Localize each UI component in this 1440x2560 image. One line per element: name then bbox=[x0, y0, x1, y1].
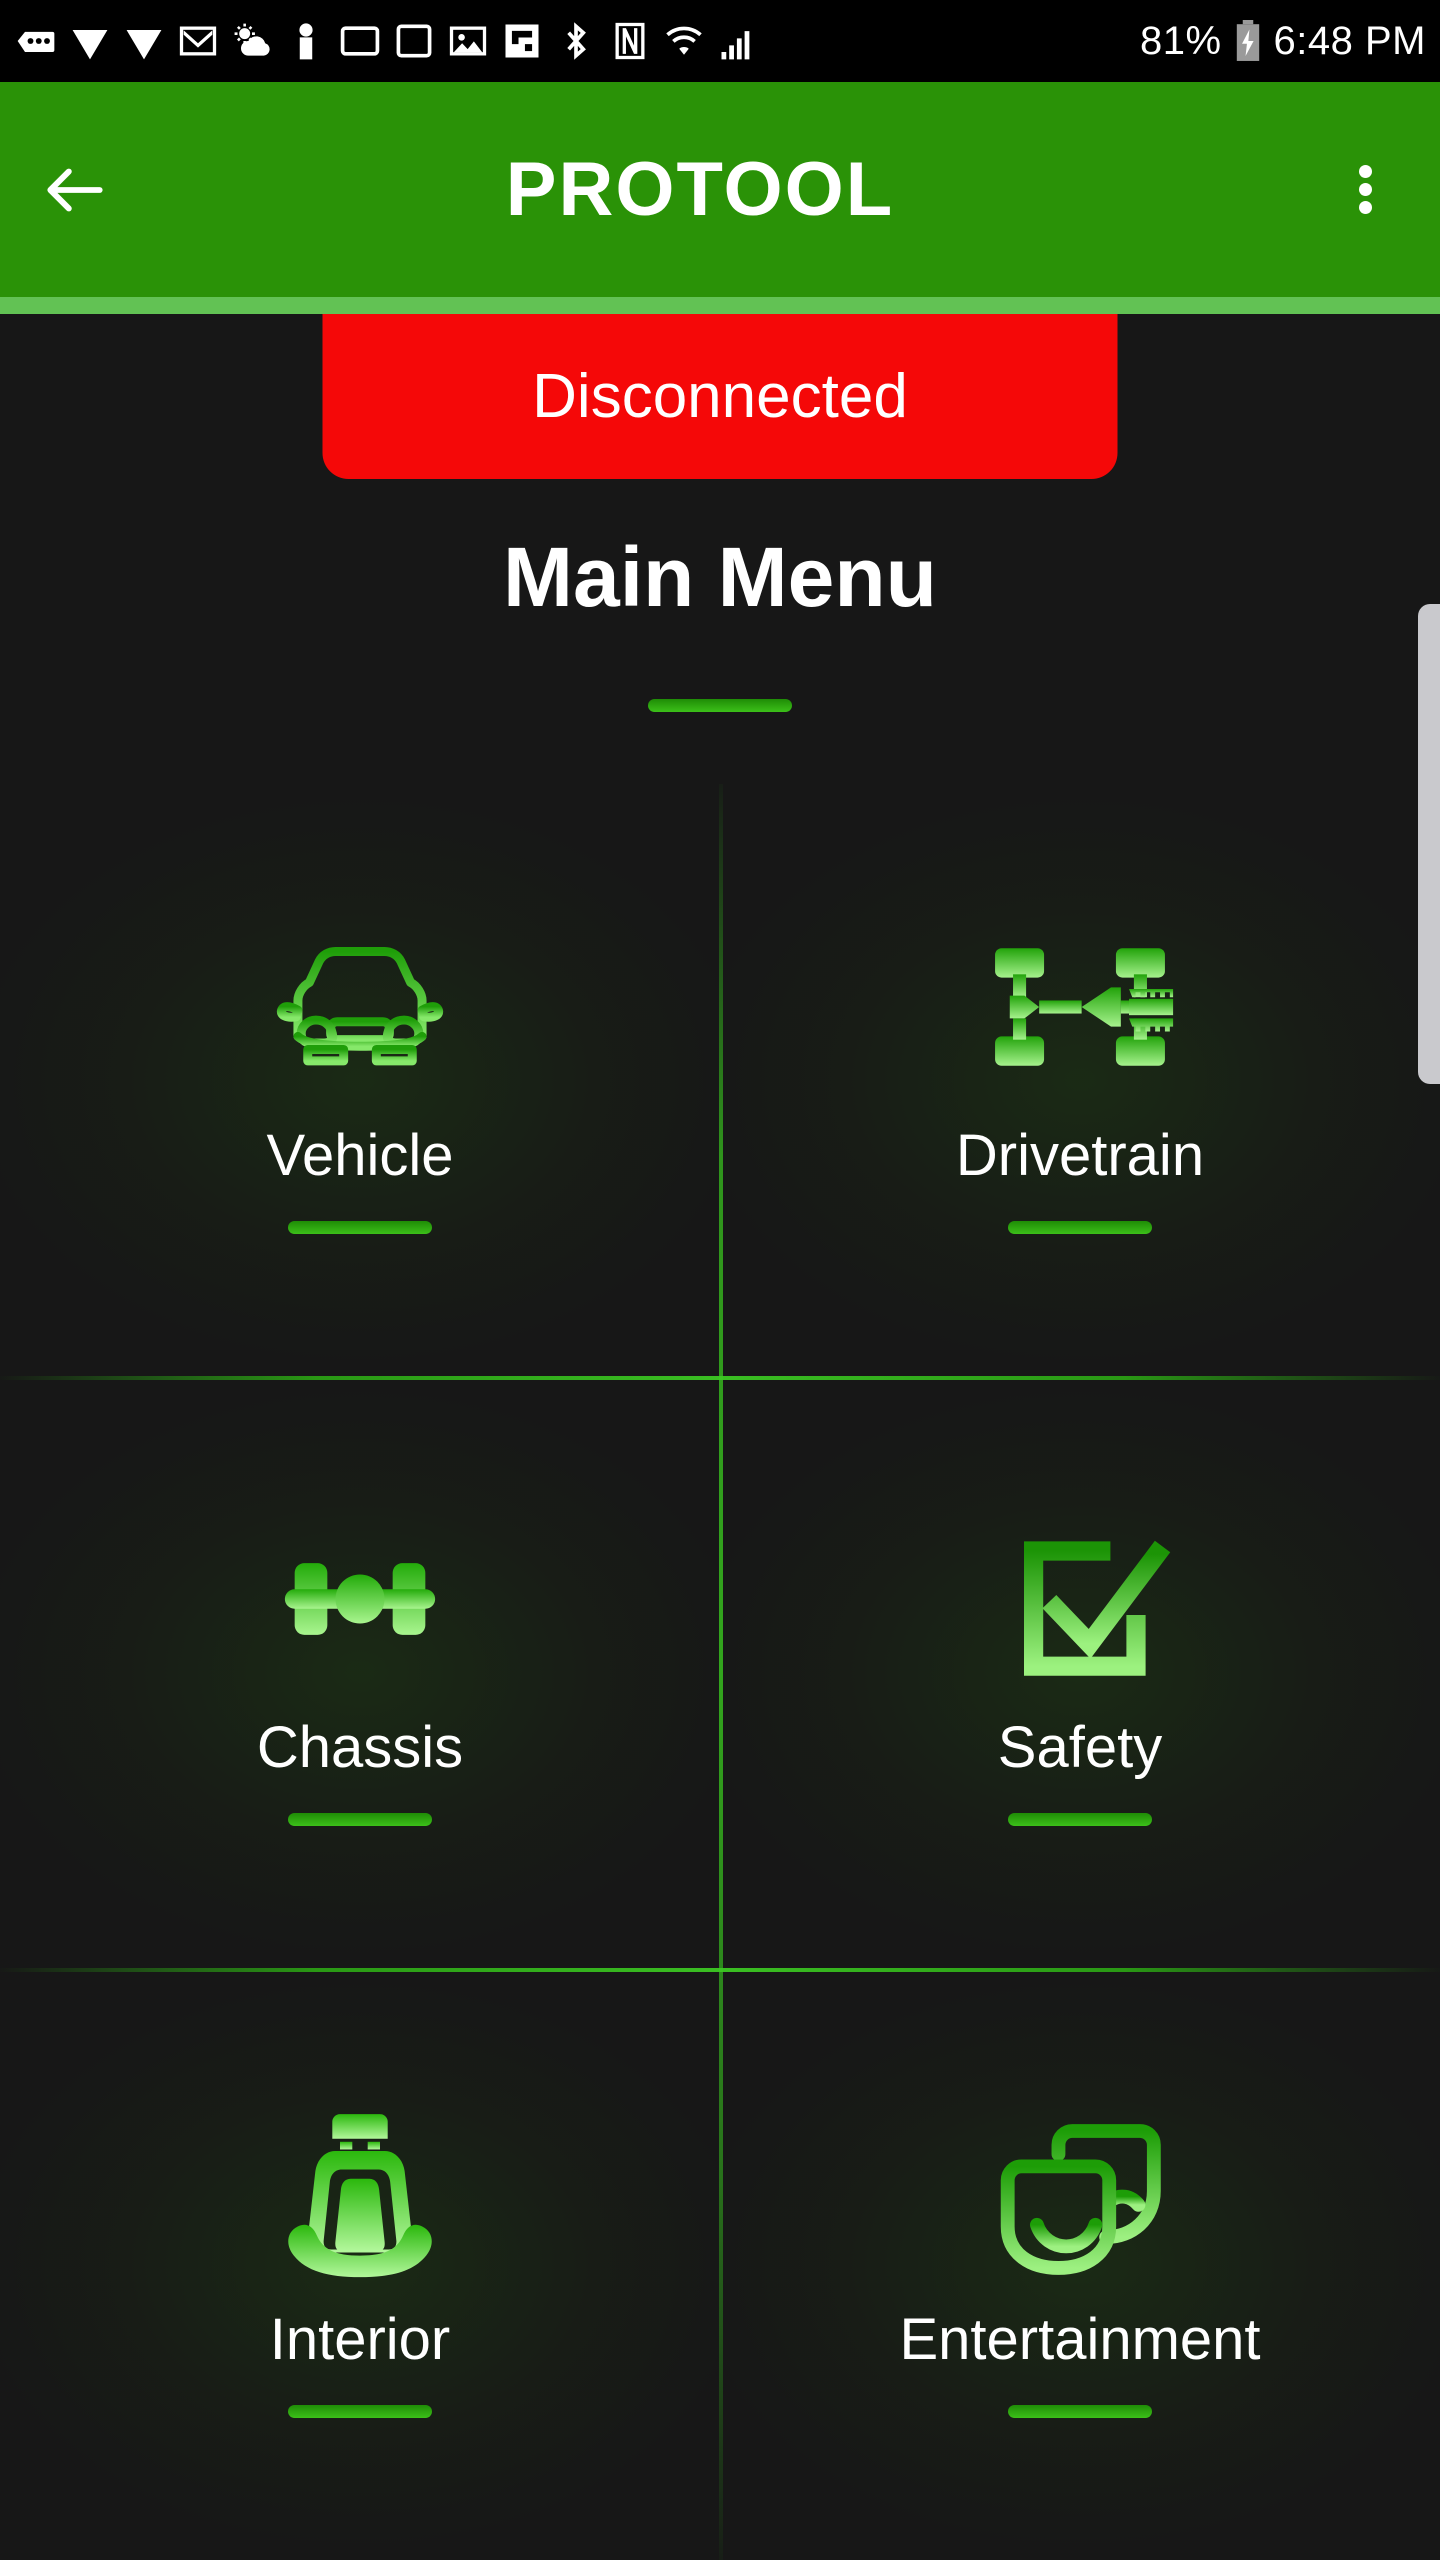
menu-item-label: Drivetrain bbox=[955, 1122, 1205, 1188]
menu-item-underline bbox=[1008, 1220, 1152, 1234]
menu-item-underline bbox=[1008, 2404, 1152, 2418]
battery-charging-icon bbox=[1236, 20, 1259, 61]
menu-item-vehicle[interactable]: Vehicle bbox=[0, 784, 720, 1376]
wifi-icon bbox=[666, 26, 702, 55]
person-icon bbox=[299, 23, 313, 60]
screen-icon bbox=[340, 26, 380, 56]
page-title-underline bbox=[648, 699, 792, 712]
menu-item-label: Chassis bbox=[256, 1714, 464, 1780]
menu-item-label: Safety bbox=[997, 1714, 1163, 1780]
bluetooth-icon bbox=[567, 22, 586, 60]
chassis-axle-icon bbox=[262, 1519, 458, 1679]
page-title: Main Menu bbox=[503, 530, 937, 624]
screen-alt-icon bbox=[396, 24, 432, 58]
overflow-menu-button[interactable] bbox=[1290, 82, 1440, 297]
menu-item-entertainment[interactable]: Entertainment bbox=[720, 1968, 1440, 2560]
app-bar: PROTOOL bbox=[0, 82, 1440, 297]
menu-grid: Vehicle Drivetrain Chassis Safety Interi… bbox=[0, 784, 1440, 2560]
menu-item-interior[interactable]: Interior bbox=[0, 1968, 720, 2560]
menu-item-label: Interior bbox=[269, 2306, 451, 2372]
menu-item-underline bbox=[1008, 1812, 1152, 1826]
status-bar-right: 81% 6:48 PM bbox=[1140, 19, 1426, 64]
menu-item-underline bbox=[288, 2404, 432, 2418]
app-title: PROTOOL bbox=[505, 147, 895, 232]
overflow-menu-icon bbox=[1358, 160, 1372, 219]
cell-signal-icon bbox=[721, 31, 750, 60]
status-bar: 81% 6:48 PM bbox=[0, 0, 1440, 82]
weather-partly-cloudy-icon bbox=[234, 23, 270, 56]
nfc-icon bbox=[615, 22, 645, 60]
menu-item-underline bbox=[288, 1220, 432, 1234]
menu-item-label: Entertainment bbox=[899, 2306, 1261, 2372]
grid-vertical-divider bbox=[719, 784, 723, 2560]
menu-item-underline bbox=[288, 1812, 432, 1826]
flipboard-icon bbox=[505, 24, 539, 58]
grid-horizontal-divider-1 bbox=[0, 1376, 1440, 1380]
back-arrow-icon bbox=[47, 168, 103, 211]
signal-waves-alt-icon bbox=[126, 30, 162, 60]
checkbox-check-icon bbox=[982, 1519, 1178, 1679]
drivetrain-axle-icon bbox=[982, 927, 1178, 1087]
clock-label: 6:48 PM bbox=[1273, 18, 1426, 63]
battery-percent-label: 81% bbox=[1139, 18, 1222, 63]
main-content: Disconnected Main Menu Vehicle Drivetrai… bbox=[0, 314, 1440, 2560]
status-bar-icons bbox=[14, 19, 1140, 63]
menu-item-safety[interactable]: Safety bbox=[720, 1376, 1440, 1968]
messages-dots-icon bbox=[17, 31, 55, 52]
menu-item-label: Vehicle bbox=[266, 1122, 454, 1188]
vertical-scrollbar[interactable] bbox=[1418, 604, 1440, 1084]
connection-status-badge[interactable]: Disconnected bbox=[322, 314, 1118, 479]
photo-icon bbox=[449, 26, 487, 56]
app-bar-accent-strip bbox=[0, 297, 1440, 314]
car-seat-icon bbox=[262, 2111, 458, 2277]
car-front-icon bbox=[262, 927, 458, 1087]
theater-masks-icon bbox=[982, 2111, 1178, 2275]
menu-item-drivetrain[interactable]: Drivetrain bbox=[720, 784, 1440, 1376]
menu-item-chassis[interactable]: Chassis bbox=[0, 1376, 720, 1968]
grid-horizontal-divider-2 bbox=[0, 1968, 1440, 1972]
signal-waves-icon bbox=[72, 30, 108, 60]
gmail-icon bbox=[179, 26, 217, 56]
